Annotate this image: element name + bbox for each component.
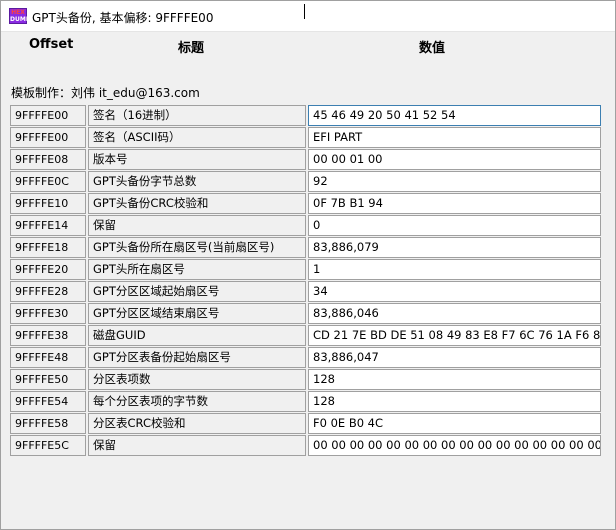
field-value-cell[interactable]: F0 0E B0 4C — [308, 413, 601, 434]
table-row: 9FFFFE50 分区表项数 128 — [10, 369, 602, 391]
field-value-cell[interactable]: 92 — [308, 171, 601, 192]
field-value-cell[interactable]: 1 — [308, 259, 601, 280]
table-row: 9FFFFE58 分区表CRC校验和 F0 0E B0 4C — [10, 413, 602, 435]
table-row: 9FFFFE08 版本号 00 00 01 00 — [10, 149, 602, 171]
offset-cell[interactable]: 9FFFFE0C — [10, 171, 86, 192]
field-value-cell[interactable]: 34 — [308, 281, 601, 302]
field-value-cell[interactable]: EFI PART — [308, 127, 601, 148]
table-row: 9FFFFE5C 保留 00 00 00 00 00 00 00 00 00 00 … — [10, 435, 602, 457]
template-credit: 模板制作：刘伟 it_edu@163.com — [11, 86, 200, 100]
field-name-cell[interactable]: 签名（ASCII码） — [88, 127, 306, 148]
field-name-cell[interactable]: 版本号 — [88, 149, 306, 170]
template-window: HEX DUMP GPT头备份, 基本偏移: 9FFFFE00 Offset 标… — [0, 0, 616, 530]
field-name-cell[interactable]: 保留 — [88, 435, 306, 456]
offset-cell[interactable]: 9FFFFE20 — [10, 259, 86, 280]
field-value-cell[interactable]: 128 — [308, 369, 601, 390]
table-row: 9FFFFE48 GPT分区表备份起始扇区号 83,886,047 — [10, 347, 602, 369]
field-name-cell[interactable]: GPT分区表备份起始扇区号 — [88, 347, 306, 368]
table-row: 9FFFFE10 GPT头备份CRC校验和 0F 7B B1 94 — [10, 193, 602, 215]
field-name-cell[interactable]: 分区表CRC校验和 — [88, 413, 306, 434]
field-name-cell[interactable]: GPT头备份所在扇区号(当前扇区号) — [88, 237, 306, 258]
hex-app-icon: HEX DUMP — [9, 8, 31, 24]
field-name-cell[interactable]: 保留 — [88, 215, 306, 236]
table-row: 9FFFFE18 GPT头备份所在扇区号(当前扇区号) 83,886,079 — [10, 237, 602, 259]
field-name-cell[interactable]: GPT头备份字节总数 — [88, 171, 306, 192]
offset-cell[interactable]: 9FFFFE00 — [10, 105, 86, 126]
table-row: 9FFFFE28 GPT分区区域起始扇区号 34 — [10, 281, 602, 303]
table-row: 9FFFFE20 GPT头所在扇区号 1 — [10, 259, 602, 281]
offset-cell[interactable]: 9FFFFE54 — [10, 391, 86, 412]
offset-cell[interactable]: 9FFFFE48 — [10, 347, 86, 368]
offset-cell[interactable]: 9FFFFE30 — [10, 303, 86, 324]
table-row: 9FFFFE00 签名（ASCII码） EFI PART — [10, 127, 602, 149]
icon-text-bottom: DUMP — [10, 16, 31, 23]
field-value-cell[interactable]: 83,886,047 — [308, 347, 601, 368]
icon-text-top: HEX — [11, 9, 25, 16]
offset-cell[interactable]: 9FFFFE28 — [10, 281, 86, 302]
column-header-name: 标题 — [178, 41, 205, 56]
field-value-cell[interactable]: 45 46 49 20 50 41 52 54 — [308, 105, 601, 126]
field-value-cell[interactable]: 00 00 00 00 00 00 00 00 00 00 00 00 00 0… — [308, 435, 601, 456]
text-caret — [304, 4, 305, 19]
offset-cell[interactable]: 9FFFFE10 — [10, 193, 86, 214]
column-header-offset: Offset — [29, 37, 74, 52]
title-bar[interactable]: HEX DUMP GPT头备份, 基本偏移: 9FFFFE00 — [1, 1, 615, 32]
offset-cell[interactable]: 9FFFFE58 — [10, 413, 86, 434]
field-name-cell[interactable]: GPT头所在扇区号 — [88, 259, 306, 280]
table-row: 9FFFFE54 每个分区表项的字节数 128 — [10, 391, 602, 413]
field-name-cell[interactable]: 每个分区表项的字节数 — [88, 391, 306, 412]
field-value-cell[interactable]: 0F 7B B1 94 — [308, 193, 601, 214]
offset-cell[interactable]: 9FFFFE50 — [10, 369, 86, 390]
field-value-cell[interactable]: 00 00 01 00 — [308, 149, 601, 170]
offset-cell[interactable]: 9FFFFE18 — [10, 237, 86, 258]
field-value-cell[interactable]: 83,886,046 — [308, 303, 601, 324]
offset-cell[interactable]: 9FFFFE38 — [10, 325, 86, 346]
field-value-cell[interactable]: 128 — [308, 391, 601, 412]
offset-cell[interactable]: 9FFFFE00 — [10, 127, 86, 148]
table-row: 9FFFFE0C GPT头备份字节总数 92 — [10, 171, 602, 193]
field-name-cell[interactable]: 磁盘GUID — [88, 325, 306, 346]
table-row: 9FFFFE00 签名（16进制） 45 46 49 20 50 41 52 54 — [10, 105, 602, 127]
offset-cell[interactable]: 9FFFFE5C — [10, 435, 86, 456]
table-row: 9FFFFE30 GPT分区区域结束扇区号 83,886,046 — [10, 303, 602, 325]
field-name-cell[interactable]: 分区表项数 — [88, 369, 306, 390]
field-value-cell[interactable]: 83,886,079 — [308, 237, 601, 258]
field-name-cell[interactable]: GPT头备份CRC校验和 — [88, 193, 306, 214]
column-header-value: 数值 — [419, 41, 446, 56]
template-grid: 9FFFFE00 签名（16进制） 45 46 49 20 50 41 52 54 9… — [10, 105, 602, 457]
table-row: 9FFFFE14 保留 0 — [10, 215, 602, 237]
offset-cell[interactable]: 9FFFFE08 — [10, 149, 86, 170]
window-title: GPT头备份, 基本偏移: 9FFFFE00 — [32, 11, 214, 25]
table-row: 9FFFFE38 磁盘GUID CD 21 7E BD DE 51 08 49 83… — [10, 325, 602, 347]
field-value-cell[interactable]: CD 21 7E BD DE 51 08 49 83 E8 F7 6C 76 1… — [308, 325, 601, 346]
field-name-cell[interactable]: GPT分区区域结束扇区号 — [88, 303, 306, 324]
offset-cell[interactable]: 9FFFFE14 — [10, 215, 86, 236]
field-name-cell[interactable]: GPT分区区域起始扇区号 — [88, 281, 306, 302]
field-name-cell[interactable]: 签名（16进制） — [88, 105, 306, 126]
field-value-cell[interactable]: 0 — [308, 215, 601, 236]
